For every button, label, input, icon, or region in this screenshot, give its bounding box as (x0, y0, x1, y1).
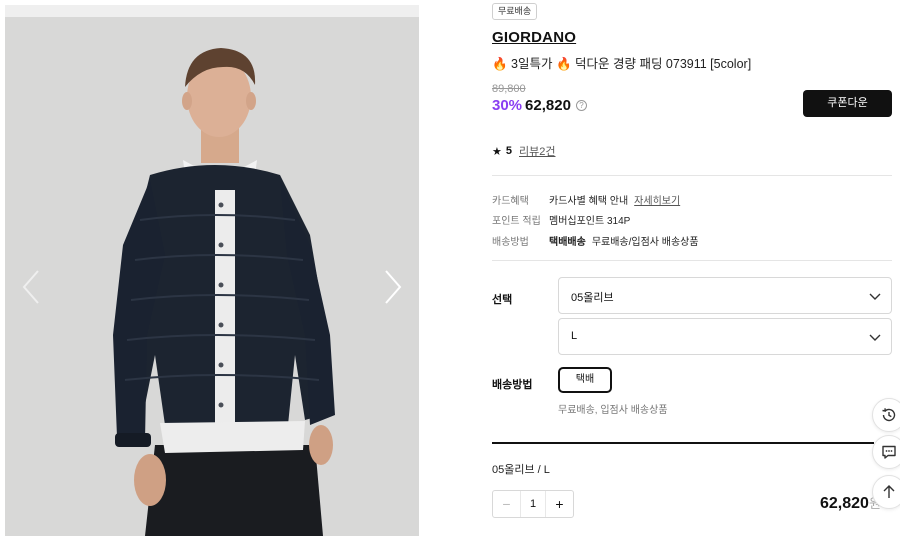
option-select-label: 선택 (492, 294, 513, 306)
discount-rate: 30% (492, 97, 523, 114)
divider (492, 260, 892, 261)
rating-row: ★ 5 리뷰2건 (492, 143, 555, 159)
parcel-delivery-option-button[interactable]: 택배 (558, 367, 612, 393)
quantity-decrease-button[interactable]: − (493, 491, 520, 517)
chevron-down-icon (869, 293, 881, 300)
color-select[interactable]: 05올리브 (558, 277, 892, 314)
size-select-value: L (571, 330, 578, 342)
product-title: 🔥 3일특가 🔥 덕다운 경량 패딩 073911 [5color] (492, 53, 751, 72)
quantity-increase-button[interactable]: + (546, 491, 573, 517)
product-image (5, 17, 419, 536)
point-row: 포인트 적립 멤버십포인트 314P (492, 212, 630, 227)
price-row: 30% 62,820 ? (492, 97, 587, 114)
color-select-value: 05올리브 (571, 292, 614, 304)
history-button[interactable] (872, 398, 900, 432)
product-image-gallery[interactable] (5, 5, 419, 536)
sale-price: 62,820 (525, 97, 571, 114)
coupon-download-button[interactable]: 쿠폰다운 (803, 90, 892, 117)
price-help-icon[interactable]: ? (575, 100, 587, 111)
rating-score: 5 (505, 145, 512, 157)
chat-button[interactable] (872, 435, 900, 469)
chevron-right-icon[interactable] (381, 267, 405, 307)
title-promo-prefix: 🔥 3일특가 🔥 (492, 57, 575, 71)
shipping-option-label: 배송방법 (492, 379, 533, 391)
shipping-method-row: 배송방법 택배배송 무료배송/입점사 배송상품 (492, 233, 699, 248)
selected-option-summary: 05올리브 / L (492, 464, 550, 476)
card-benefit-label: 카드혜택 (492, 196, 529, 207)
divider (492, 175, 892, 176)
history-icon (882, 408, 896, 422)
chevron-down-icon (869, 334, 881, 341)
brand-link[interactable]: GIORDANO (492, 29, 576, 46)
scroll-top-icon (883, 485, 895, 498)
review-count-link[interactable]: 리뷰2건 (519, 143, 555, 159)
quantity-value[interactable]: 1 (520, 491, 546, 517)
title-text: 덕다운 경량 패딩 073911 [5color] (575, 57, 752, 71)
shipping-method-label: 배송방법 (492, 237, 529, 248)
selection-divider (492, 442, 874, 444)
card-benefit-detail-link[interactable]: 자세히보기 (634, 192, 680, 207)
card-benefit-value: 카드사별 혜택 안내 (549, 196, 629, 207)
chevron-left-icon[interactable] (19, 267, 43, 307)
quantity-stepper: − 1 + (492, 490, 574, 518)
shipping-method-value: 무료배송/입점사 배송상품 (591, 237, 699, 248)
total-price-value: 62,820 (820, 495, 869, 512)
free-shipping-badge: 무료배송 (492, 3, 538, 20)
card-benefit-row: 카드혜택 카드사별 혜택 안내 자세히보기 (492, 192, 680, 207)
scroll-top-button[interactable] (872, 475, 900, 509)
point-label: 포인트 적립 (492, 216, 541, 227)
point-value: 멤버십포인트 314P (549, 216, 631, 227)
star-icon: ★ (492, 145, 502, 158)
shipping-option-note: 무료배송, 입점사 배송상품 (558, 405, 668, 416)
original-price: 89,800 (492, 83, 526, 95)
size-select[interactable]: L (558, 318, 892, 355)
chat-icon (882, 445, 896, 459)
shipping-method-type: 택배배송 (549, 237, 586, 248)
